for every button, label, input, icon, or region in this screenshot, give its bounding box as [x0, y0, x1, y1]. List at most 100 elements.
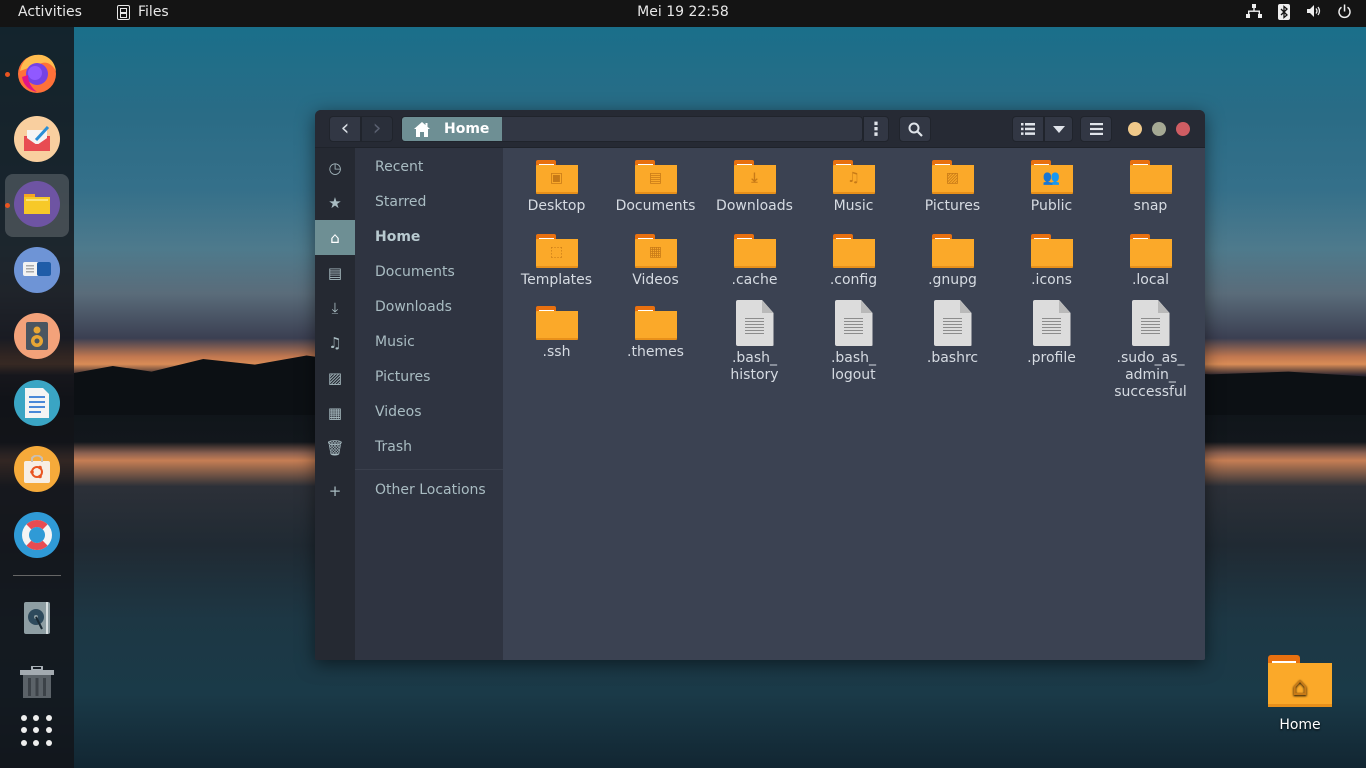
view-options-button[interactable]: [1044, 116, 1073, 142]
sidebar-item-trash[interactable]: 🗑 Trash: [315, 430, 503, 465]
close-button[interactable]: [1176, 122, 1190, 136]
folder-item[interactable]: ⤓ Downloads: [705, 160, 804, 215]
system-status-area[interactable]: [1246, 4, 1352, 20]
file-item[interactable]: .bash_ history: [705, 300, 804, 384]
files-window: ‹ › Home ⋮ ◷ Recent ★ Starred ⌂ Home ▤ D…: [315, 110, 1205, 660]
power-icon: [1336, 4, 1352, 20]
file-name: .bashrc: [926, 350, 979, 366]
music-note-icon: ♫: [328, 333, 342, 352]
volume-icon: [1306, 4, 1322, 20]
main-menu-button[interactable]: [1080, 116, 1112, 142]
sidebar-item-downloads[interactable]: ⤓ Downloads: [315, 290, 503, 325]
folder-item[interactable]: .cache: [705, 234, 804, 289]
dock-trash[interactable]: [14, 659, 60, 705]
sidebar-item-other-locations[interactable]: + Other Locations: [315, 473, 503, 508]
folder-item[interactable]: .gnupg: [903, 234, 1002, 289]
search-icon: [908, 122, 923, 137]
desktop-icon-label: Home: [1279, 717, 1321, 733]
toggle-app-icon: [23, 262, 51, 276]
folder-item[interactable]: .local: [1101, 234, 1200, 289]
maximize-button[interactable]: [1152, 122, 1166, 136]
file-name: .cache: [731, 272, 778, 288]
hamburger-menu-icon: [1089, 123, 1103, 135]
trash-icon: [20, 666, 54, 698]
dock-app-mail[interactable]: [14, 116, 60, 162]
sidebar-item-starred[interactable]: ★ Starred: [315, 185, 503, 220]
minimize-button[interactable]: [1128, 122, 1142, 136]
sidebar-item-home[interactable]: ⌂ Home: [315, 220, 503, 255]
folder-item[interactable]: .icons: [1002, 234, 1101, 289]
dock-app-speaker[interactable]: [14, 313, 60, 359]
search-button[interactable]: [899, 116, 931, 142]
folder-icon: 👥: [1030, 160, 1073, 194]
dock-disk[interactable]: [14, 595, 60, 641]
film-icon: ▦: [648, 244, 663, 260]
dock: [0, 27, 74, 768]
dock-app-firefox[interactable]: [14, 49, 60, 95]
file-name: snap: [1133, 198, 1168, 214]
file-name: .local: [1131, 272, 1170, 288]
folder-item[interactable]: ⬚ Templates: [507, 234, 606, 289]
folder-item[interactable]: snap: [1101, 160, 1200, 215]
running-indicator: [5, 72, 10, 77]
folder-item[interactable]: .config: [804, 234, 903, 289]
text-file-icon: [1131, 300, 1170, 346]
list-view-button[interactable]: [1012, 116, 1044, 142]
desktop-icon-home[interactable]: ⌂ Home: [1262, 655, 1338, 733]
show-applications-button[interactable]: [21, 715, 53, 747]
file-name: .bash_ history: [730, 350, 779, 383]
clock[interactable]: Mei 19 22:58: [0, 4, 1366, 20]
folder-icon: ⤓: [733, 160, 776, 194]
folder-item[interactable]: ▣ Desktop: [507, 160, 606, 215]
folder-icon: ⬚: [535, 234, 578, 268]
folder-item[interactable]: ♫ Music: [804, 160, 903, 215]
sidebar-item-pictures[interactable]: ▨ Pictures: [315, 360, 503, 395]
folder-item[interactable]: .ssh: [507, 306, 606, 361]
download-icon: ⤓: [331, 298, 339, 317]
file-name: .gnupg: [928, 272, 977, 288]
dock-app-help[interactable]: [14, 512, 60, 558]
document-icon: ▤: [648, 170, 663, 186]
sidebar-item-documents[interactable]: ▤ Documents: [315, 255, 503, 290]
file-item[interactable]: .profile: [1002, 300, 1101, 367]
dock-app-text-editor[interactable]: [14, 380, 60, 426]
folder-icon: [733, 234, 776, 268]
sidebar-item-label: Trash: [375, 439, 412, 455]
sidebar-item-label: Pictures: [375, 369, 431, 385]
software-center-icon: [24, 455, 50, 483]
folder-icon: ▨: [931, 160, 974, 194]
folder-icon: [535, 306, 578, 340]
chevron-right-icon: ›: [372, 116, 382, 141]
forward-button[interactable]: ›: [361, 116, 393, 142]
music-note-icon: ♫: [847, 170, 860, 186]
folder-item[interactable]: ▨ Pictures: [903, 160, 1002, 215]
file-name: Desktop: [527, 198, 586, 214]
folder-item[interactable]: 👥 Public: [1002, 160, 1101, 215]
file-view[interactable]: ▣ Desktop ▤ Documents ⤓ Downloads ♫ Music ▨ Pictu…: [503, 148, 1205, 660]
file-name: .sudo_as_ admin_ successful: [1114, 350, 1187, 400]
dock-app-files[interactable]: [14, 181, 60, 227]
folder-item[interactable]: .themes: [606, 306, 705, 361]
path-segment-home[interactable]: Home: [402, 117, 502, 141]
folder-icon: ▦: [634, 234, 677, 268]
folder-icon: [832, 234, 875, 268]
sidebar-item-music[interactable]: ♫ Music: [315, 325, 503, 360]
folder-item[interactable]: ▦ Videos: [606, 234, 705, 289]
trash-icon: 🗑: [325, 438, 345, 457]
file-item[interactable]: .sudo_as_ admin_ successful: [1101, 300, 1200, 401]
file-item[interactable]: .bash_ logout: [804, 300, 903, 384]
path-bar[interactable]: Home: [401, 116, 863, 142]
dock-app-toggle[interactable]: [14, 247, 60, 293]
sidebar-item-videos[interactable]: ▦ Videos: [315, 395, 503, 430]
header-bar: ‹ › Home ⋮: [315, 110, 1205, 148]
dock-app-software-center[interactable]: [14, 446, 60, 492]
sidebar-item-recent[interactable]: ◷ Recent: [315, 150, 503, 185]
file-item[interactable]: .bashrc: [903, 300, 1002, 367]
clock-icon: ◷: [328, 158, 342, 177]
sidebar-item-label: Home: [375, 229, 421, 245]
file-name: Videos: [632, 272, 679, 288]
back-button[interactable]: ‹: [329, 116, 361, 142]
folder-icon: [1129, 234, 1172, 268]
folder-item[interactable]: ▤ Documents: [606, 160, 705, 215]
path-menu-button[interactable]: ⋮: [863, 116, 889, 142]
